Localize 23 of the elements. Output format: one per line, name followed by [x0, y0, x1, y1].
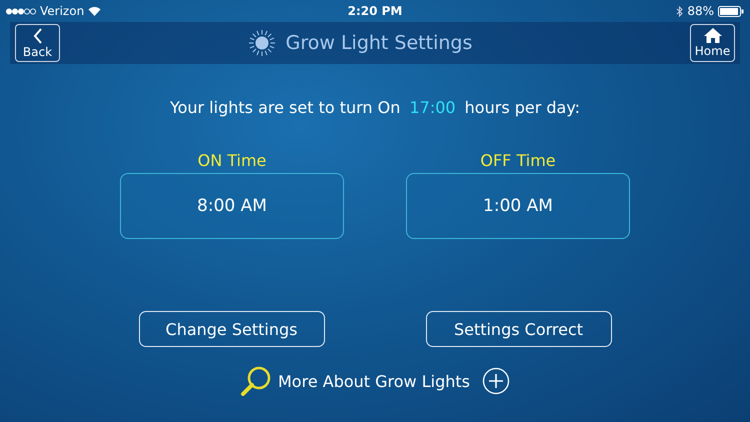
home-button[interactable]: Home	[690, 24, 735, 62]
battery-percent: 88%	[687, 4, 714, 18]
sun-icon	[248, 29, 276, 57]
time-label: ON Time	[198, 151, 266, 170]
magnifier-icon	[240, 365, 272, 397]
battery-icon	[718, 6, 744, 16]
wifi-icon	[88, 6, 102, 16]
action-button[interactable]: Change Settings	[138, 311, 324, 347]
screen-title: Grow Light Settings	[286, 32, 472, 54]
time-label: OFF Time	[480, 151, 556, 170]
more-info-link[interactable]: More About Grow Lights	[278, 372, 470, 390]
hours-summary: Your lights are set to turn On 17:00 hours per day:	[168, 98, 582, 117]
action-button[interactable]: Settings Correct	[426, 311, 612, 347]
bluetooth-icon	[676, 6, 684, 16]
chevron-left-icon	[32, 28, 42, 44]
time-field[interactable]: 1:00 AM	[406, 173, 630, 239]
time-field[interactable]: 8:00 AM	[120, 173, 344, 239]
signal-icon	[6, 8, 36, 14]
carrier-name: Verizon	[40, 4, 84, 18]
home-icon	[704, 28, 722, 43]
clock-time: 2:20 PM	[348, 4, 402, 18]
plus-circle-icon[interactable]	[482, 367, 510, 395]
back-button[interactable]: Back	[15, 24, 60, 62]
